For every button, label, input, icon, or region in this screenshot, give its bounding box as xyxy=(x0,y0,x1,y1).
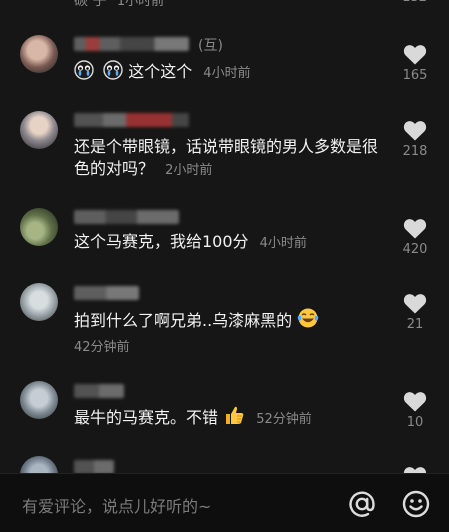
like-count: 21 xyxy=(406,317,424,332)
avatar[interactable] xyxy=(20,283,58,321)
at-icon[interactable] xyxy=(347,489,377,519)
comment-input[interactable]: 有爱评论，说点儿好听的~ xyxy=(22,493,211,517)
heart-icon xyxy=(395,293,435,314)
like-count: 165 xyxy=(402,68,428,83)
username-blurred[interactable] xyxy=(74,113,189,127)
mutual-follow-tag: (互) xyxy=(198,38,223,54)
like-count: 10 xyxy=(406,415,424,430)
comment-time: 2小时前 xyxy=(165,163,213,178)
thumbs-up-icon xyxy=(223,404,245,432)
comment-time: 4小时前 xyxy=(203,66,251,81)
like-count: 218 xyxy=(402,144,428,159)
like-button[interactable]: 420 xyxy=(395,218,435,257)
comment-text: 最牛的马赛克。不错 52分钟前 xyxy=(74,404,392,432)
heart-icon xyxy=(395,120,435,141)
crying-face-icon xyxy=(74,60,94,86)
comment-text: 这个这个 4小时前 xyxy=(74,60,392,86)
comment-panel: 碳 子 1小时前 132 (互) xyxy=(0,0,449,532)
username-blurred[interactable] xyxy=(74,460,114,474)
username-blurred[interactable] xyxy=(74,37,189,51)
avatar[interactable] xyxy=(20,381,58,419)
partial-comment-text: 碳 子 1小时前 xyxy=(74,0,165,9)
heart-icon xyxy=(395,44,435,65)
username-blurred[interactable] xyxy=(74,210,179,224)
heart-icon xyxy=(395,391,435,412)
like-button[interactable]: 165 xyxy=(395,44,435,83)
comment-input-bar: 有爱评论，说点儿好听的~ xyxy=(0,473,449,532)
avatar[interactable] xyxy=(20,208,58,246)
crying-face-icon xyxy=(103,60,123,86)
like-count: 420 xyxy=(402,242,428,257)
comment-text: 还是个带眼镜，话说带眼镜的男人多数是很色的对吗？ 2小时前 xyxy=(74,137,379,178)
like-button[interactable]: 218 xyxy=(395,120,435,159)
avatar[interactable] xyxy=(20,35,58,73)
smiley-icon[interactable] xyxy=(401,489,431,519)
username-blurred[interactable] xyxy=(74,384,124,398)
comment-time: 52分钟前 xyxy=(256,412,312,427)
like-button[interactable]: 21 xyxy=(395,293,435,332)
comment-text: 这个马赛克，我给100分 4小时前 xyxy=(74,232,307,251)
comment-text: 拍到什么了啊兄弟..乌漆麻黑的 42分钟前 xyxy=(74,307,392,359)
username-blurred[interactable] xyxy=(74,286,139,300)
like-button[interactable]: 10 xyxy=(395,391,435,430)
partial-like-count: 132 xyxy=(402,0,427,5)
tears-of-joy-icon xyxy=(297,307,319,335)
avatar[interactable] xyxy=(20,111,58,149)
heart-icon xyxy=(395,218,435,239)
comment-time: 42分钟前 xyxy=(74,340,130,355)
comment-time: 4小时前 xyxy=(259,236,307,251)
